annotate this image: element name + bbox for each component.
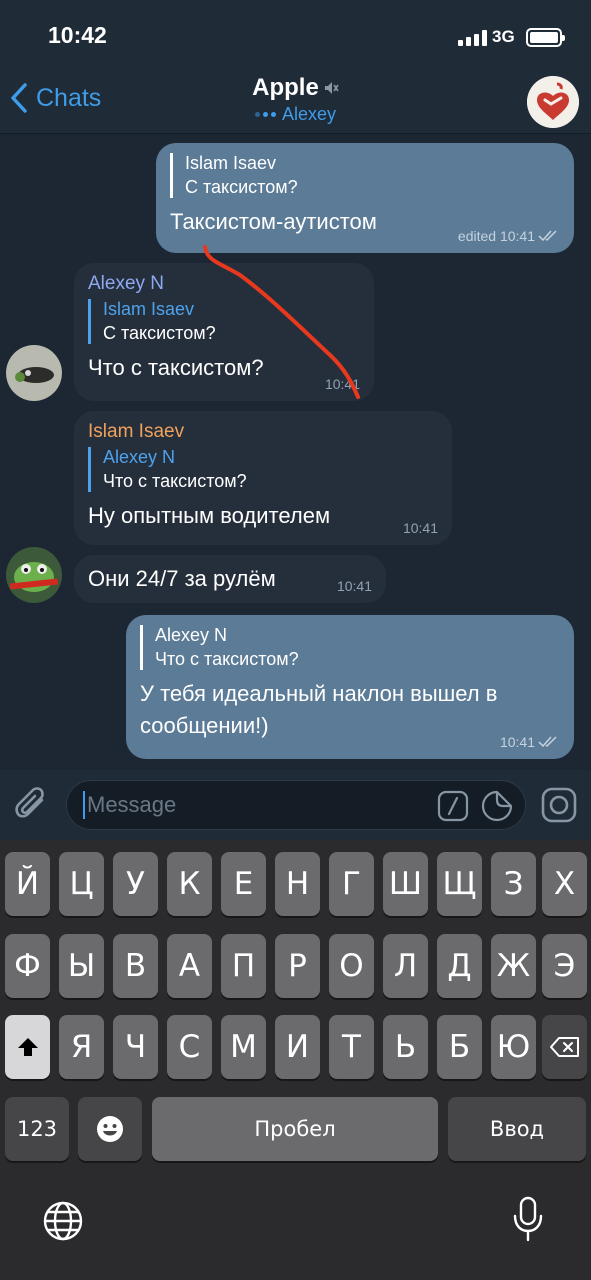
key-letter[interactable]: Н xyxy=(275,852,320,916)
annotation-stroke xyxy=(203,245,360,399)
key-letter[interactable]: Ю xyxy=(491,1015,536,1079)
key-letter[interactable]: Г xyxy=(329,852,374,916)
key-letter[interactable]: В xyxy=(113,934,158,998)
key-letter[interactable]: Э xyxy=(542,934,587,998)
key-letter[interactable]: К xyxy=(167,852,212,916)
backspace-key[interactable] xyxy=(542,1015,587,1079)
composer-bar xyxy=(0,770,591,840)
key-letter[interactable]: Ж xyxy=(491,934,536,998)
paperclip-icon[interactable] xyxy=(14,786,50,824)
return-key[interactable]: Ввод xyxy=(448,1097,586,1161)
backspace-icon xyxy=(549,1037,579,1057)
key-letter[interactable]: М xyxy=(221,1015,266,1079)
shift-arrow-icon xyxy=(17,1038,38,1056)
numbers-key[interactable]: 123 xyxy=(5,1097,69,1161)
chat-subtitle: Alexey xyxy=(281,104,337,124)
key-letter[interactable]: З xyxy=(491,852,536,916)
key-letter[interactable]: Ы xyxy=(59,934,104,998)
key-letter[interactable]: Л xyxy=(383,934,428,998)
key-letter[interactable]: Ф xyxy=(5,934,50,998)
globe-icon[interactable] xyxy=(42,1200,84,1242)
shift-key[interactable] xyxy=(5,1015,50,1079)
key-letter[interactable]: Я xyxy=(59,1015,104,1079)
key-letter[interactable]: Т xyxy=(329,1015,374,1079)
key-letter[interactable]: Ь xyxy=(383,1015,428,1079)
key-letter[interactable]: Й xyxy=(5,852,50,916)
text-caret xyxy=(83,791,85,819)
battery-icon xyxy=(526,28,565,47)
emoji-icon xyxy=(97,1116,123,1142)
key-letter[interactable]: Ч xyxy=(113,1015,158,1079)
emoji-key[interactable] xyxy=(78,1097,142,1161)
key-letter[interactable]: Щ xyxy=(437,852,482,916)
key-letter[interactable]: Р xyxy=(275,934,320,998)
space-key[interactable]: Пробел xyxy=(152,1097,438,1161)
sticker-icon[interactable] xyxy=(481,790,513,822)
key-letter[interactable]: О xyxy=(329,934,374,998)
message-input-field[interactable] xyxy=(66,780,526,830)
message-input[interactable] xyxy=(87,792,427,818)
status-bar: 10:42 3G xyxy=(0,0,591,70)
key-letter[interactable]: А xyxy=(167,934,212,998)
chat-header: Chats Apple Alexey xyxy=(0,70,591,134)
key-letter[interactable]: Д xyxy=(437,934,482,998)
bot-commands-icon[interactable] xyxy=(437,790,469,822)
chat-title-area[interactable]: Apple Alexey xyxy=(0,74,591,125)
status-time: 10:42 xyxy=(48,22,107,48)
camera-icon[interactable] xyxy=(540,786,578,824)
key-letter[interactable]: У xyxy=(113,852,158,916)
group-avatar[interactable] xyxy=(527,76,579,128)
key-letter[interactable]: С xyxy=(167,1015,212,1079)
key-letter[interactable]: И xyxy=(275,1015,320,1079)
typing-indicator-icon xyxy=(254,112,276,117)
on-screen-keyboard: Й Ц У К Е Н Г Ш Щ З Х Ф Ы В А П Р О Л Д … xyxy=(0,840,591,1280)
key-letter[interactable]: Б xyxy=(437,1015,482,1079)
message-list[interactable]: Islam Isaev С таксистом? Таксистом-аутис… xyxy=(0,135,591,770)
network-type: 3G xyxy=(492,27,515,46)
signal-icon xyxy=(458,30,487,46)
chat-title: Apple xyxy=(252,74,319,101)
key-letter[interactable]: Х xyxy=(542,852,587,916)
key-letter[interactable]: П xyxy=(221,934,266,998)
key-letter[interactable]: Ц xyxy=(59,852,104,916)
key-letter[interactable]: Ш xyxy=(383,852,428,916)
mute-icon xyxy=(324,82,339,94)
key-letter[interactable]: Е xyxy=(221,852,266,916)
microphone-icon[interactable] xyxy=(510,1196,546,1244)
